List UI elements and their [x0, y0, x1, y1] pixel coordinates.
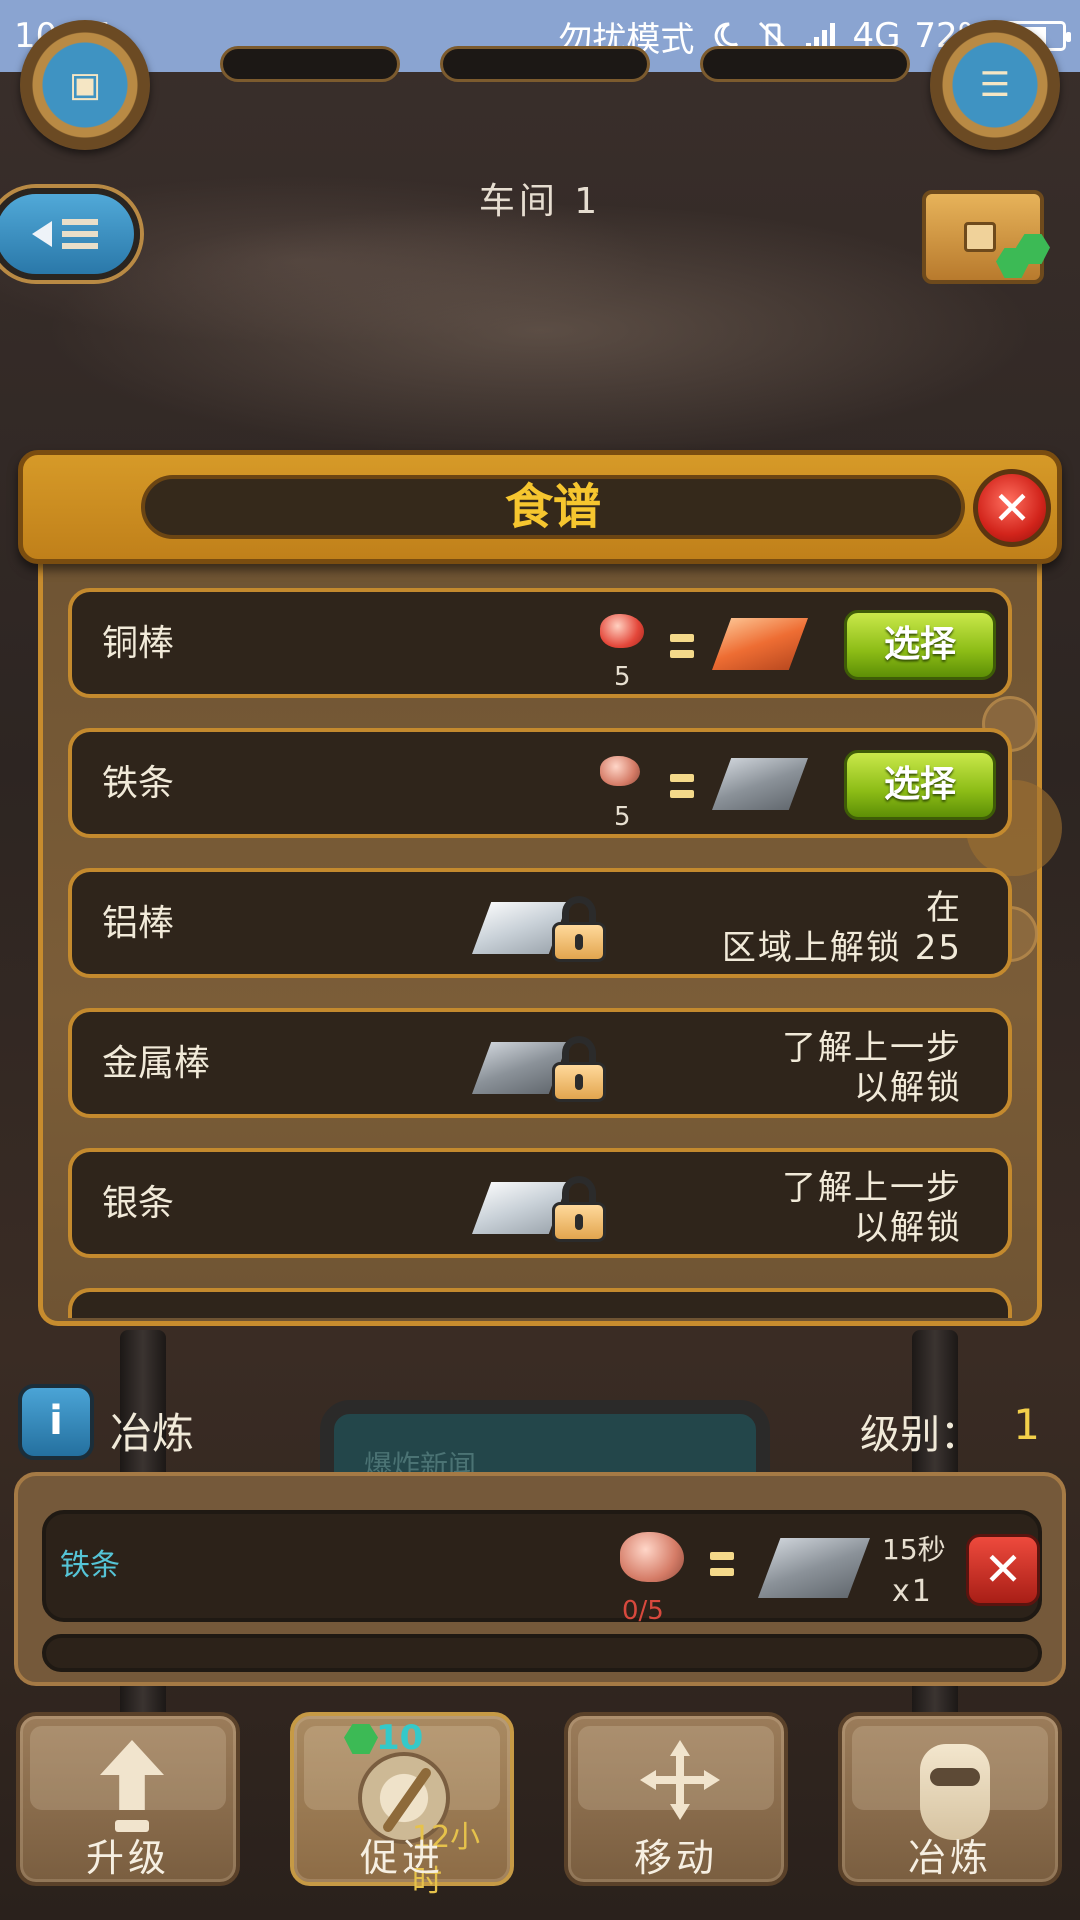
queue-item-name: 铁条: [60, 1548, 120, 1583]
boost-label: 促进: [359, 1836, 444, 1880]
unlock-line-2: 以解锁: [854, 1068, 962, 1108]
copper-bar-icon: [712, 618, 808, 670]
move-arrows-icon: [640, 1740, 720, 1820]
arrow-left-icon: [32, 221, 52, 247]
equals-icon: [670, 774, 694, 798]
lock-icon: [552, 1176, 606, 1242]
unlock-line-2: 区域上解锁 25: [721, 928, 962, 968]
welding-mask-icon: [920, 1744, 990, 1840]
iron-bar-icon: [712, 758, 808, 810]
close-icon: ✕: [983, 1542, 1023, 1596]
recipe-name: 铁条: [102, 763, 175, 804]
unlock-line-1: 在: [926, 888, 962, 928]
hud-coins-pill: [440, 46, 650, 82]
unlock-requirement: 了解上一步 以解锁: [782, 1168, 962, 1248]
briefcase-icon: ▣: [68, 65, 102, 105]
ore-count: 5: [614, 662, 631, 692]
recipe-name: 铜棒: [102, 623, 175, 664]
cancel-smelt-button[interactable]: ✕: [966, 1534, 1040, 1606]
select-button[interactable]: 选择: [844, 750, 996, 820]
recipe-item-copper-bar[interactable]: 铜棒 5 选择: [68, 588, 1012, 698]
smelter-section-label: 冶炼: [110, 1409, 195, 1458]
treasure-chest-button[interactable]: [922, 190, 1050, 284]
upgrade-label: 升级: [85, 1836, 170, 1880]
close-icon: ✕: [992, 481, 1032, 535]
upgrade-button[interactable]: 升级: [16, 1712, 240, 1886]
copper-ore-icon: [600, 614, 644, 648]
queue-multiplier: x1: [892, 1574, 933, 1609]
unlock-requirement: 了解上一步 以解锁: [782, 1028, 962, 1108]
recipe-item-aluminum-bar: 铝棒 在 区域上解锁 25: [68, 868, 1012, 978]
info-button[interactable]: i: [18, 1384, 94, 1460]
select-button[interactable]: 选择: [844, 610, 996, 680]
inventory-gear-button[interactable]: ▣: [20, 20, 150, 150]
unlock-requirement: 在 区域上解锁 25: [722, 888, 962, 968]
boost-cost: 10: [376, 1718, 424, 1758]
hud-level-pill: [220, 46, 400, 82]
recipe-item-metal-bar: 金属棒 了解上一步 以解锁: [68, 1008, 1012, 1118]
smelt-button[interactable]: 冶炼: [838, 1712, 1062, 1886]
boost-button[interactable]: 10 12小时 促进: [290, 1712, 514, 1899]
smelter-level-label: 级别：: [860, 1412, 980, 1458]
move-label: 移动: [633, 1836, 718, 1880]
unlock-line-2: 以解锁: [854, 1208, 962, 1248]
tasks-gear-button[interactable]: ☰: [930, 20, 1060, 150]
unlock-line-1: 了解上一步: [782, 1028, 962, 1068]
workshop-title: 车间 1: [478, 181, 602, 222]
dialog-title: 食谱: [141, 475, 965, 539]
move-button[interactable]: 移动: [564, 1712, 788, 1886]
iron-bar-icon: [758, 1538, 870, 1598]
smelt-label: 冶炼: [907, 1836, 992, 1880]
queue-ore-progress: 0/5: [622, 1596, 664, 1626]
smelting-queue-item: 铁条 0/5 15秒 x1 ✕: [42, 1510, 1042, 1626]
close-dialog-button[interactable]: ✕: [973, 469, 1051, 547]
lock-icon: [552, 896, 606, 962]
clipboard-icon: ☰: [979, 65, 1011, 105]
recipe-name: 金属棒: [102, 1043, 211, 1084]
unlock-line-1: 了解上一步: [782, 1168, 962, 1208]
smelting-queue-panel: 铁条 0/5 15秒 x1 ✕: [14, 1472, 1066, 1686]
queue-duration: 15秒: [882, 1533, 946, 1566]
recipe-name: 银条: [102, 1183, 175, 1224]
info-icon: i: [49, 1398, 63, 1444]
recipe-item-iron-bar[interactable]: 铁条 5 选择: [68, 728, 1012, 838]
iron-ore-icon: [600, 756, 640, 786]
recipe-item-silver-bar: 银条 了解上一步 以解锁: [68, 1148, 1012, 1258]
smelter-level-value: 1: [1013, 1400, 1040, 1449]
recipe-name: 铝棒: [102, 903, 175, 944]
iron-ore-icon: [620, 1532, 684, 1582]
ore-count: 5: [614, 802, 631, 832]
lock-icon: [552, 1036, 606, 1102]
equals-icon: [670, 634, 694, 658]
smelting-progress-bar: [42, 1634, 1042, 1672]
recipe-item-partial: [68, 1288, 1012, 1318]
recipe-dialog-header: 食谱 ✕: [18, 450, 1062, 564]
hud-gems-pill: [700, 46, 910, 82]
equals-icon: [710, 1552, 734, 1576]
